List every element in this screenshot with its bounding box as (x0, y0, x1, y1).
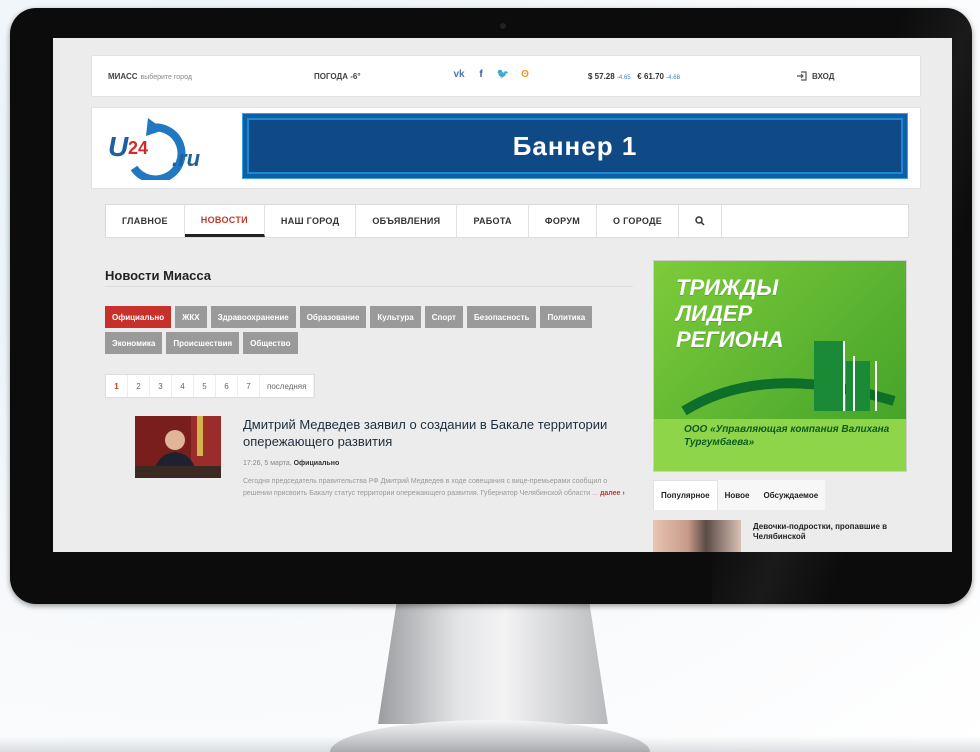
page-link[interactable]: 1 (106, 375, 128, 397)
page-link[interactable]: последняя (260, 375, 315, 397)
odnoklassniki-icon[interactable]: ʘ (518, 67, 532, 81)
category-tag[interactable]: Общество (243, 332, 298, 354)
city-hint: выберите город (140, 74, 192, 81)
banner-label: Баннер 1 (247, 118, 903, 174)
pagination: 1 2 3 4 5 6 7 последняя (105, 374, 316, 398)
nav-item[interactable]: ФОРУМ (529, 205, 598, 237)
currency-rates: $ 57.28 -4.65 € 61.70 -4.68 (588, 72, 680, 81)
category-tag[interactable]: ЖКХ (175, 306, 207, 328)
category-tag[interactable]: Политика (540, 306, 593, 328)
category-tag[interactable]: Безопасность (466, 306, 537, 328)
main-navigation: ГЛАВНОЕ НОВОСТИ НАШ ГОРОД ОБЪЯВЛЕНИЯ РАБОТА Ф… (105, 204, 909, 238)
sidebar-news-item[interactable]: Девочки-подростки, пропавшие в Челябинск… (653, 520, 913, 552)
usd-rate: $ 57.28 (588, 72, 615, 81)
site-logo[interactable]: U 24 .ru (106, 116, 226, 184)
article-time: 17:26, 5 марта, (243, 460, 292, 467)
logo-icon: U 24 (108, 118, 186, 184)
nav-item[interactable]: РАБОТА (457, 205, 529, 237)
city-name: МИАСС (108, 72, 138, 81)
category-tag[interactable]: Образование (299, 306, 367, 328)
city-selector[interactable]: МИАСС выберите город (108, 72, 192, 81)
category-tag[interactable]: Происшествия (166, 332, 240, 354)
nav-item[interactable]: НАШ ГОРОД (265, 205, 357, 237)
nav-item[interactable]: НОВОСТИ (184, 205, 265, 237)
section-title: Новости Миасса (105, 268, 212, 283)
sidebar-tabs: Популярное Новое Обсуждаемое (653, 480, 826, 510)
sidebar-thumbnail[interactable] (653, 520, 741, 552)
sidebar-ad[interactable]: ТРИЖДЫ ЛИДЕР РЕГИОНА ООО «Управляющая ко… (653, 260, 907, 472)
vk-icon[interactable]: vk (452, 67, 466, 81)
nav-item[interactable]: О ГОРОДЕ (597, 205, 680, 237)
eur-rate: € 61.70 (637, 72, 664, 81)
sidebar-tab[interactable]: Новое (717, 480, 757, 510)
login-icon (797, 71, 807, 81)
svg-text:U: U (108, 131, 129, 162)
top-bar: МИАСС выберите город ПОГОДА -6° vk f 🐦 ʘ $ 5… (91, 55, 921, 97)
article-image (135, 416, 221, 478)
sidebar-tab[interactable]: Популярное (653, 480, 718, 510)
article-thumbnail[interactable] (135, 416, 221, 478)
monitor-screen: МИАСС выберите город ПОГОДА -6° vk f 🐦 ʘ $ 5… (53, 38, 952, 552)
category-tag[interactable]: Официально (105, 306, 172, 328)
page-link[interactable]: 6 (216, 375, 238, 397)
next-article-partial (135, 546, 255, 552)
nav-item[interactable]: ОБЪЯВЛЕНИЯ (356, 205, 458, 237)
svg-text:24: 24 (128, 138, 148, 158)
article-title[interactable]: Дмитрий Медведев заявил о создании в Бак… (243, 416, 613, 450)
category-tags: Официально ЖКХ Здравоохранение Образование К… (105, 306, 645, 354)
news-article[interactable]: Дмитрий Медведев заявил о создании в Бак… (135, 416, 635, 497)
site-header: U 24 .ru Баннер 1 (91, 107, 921, 189)
weather-widget: ПОГОДА -6° (314, 72, 361, 81)
article-text: Сегодня председатель правительства РФ Дм… (243, 478, 608, 497)
page-link[interactable]: 7 (238, 375, 260, 397)
divider (105, 286, 633, 287)
ad-footer: ООО «Управляющая компания Валихана Тургу… (684, 424, 890, 448)
article-meta: 17:26, 5 марта, Официально (243, 460, 339, 467)
search-icon[interactable] (679, 205, 723, 237)
category-tag[interactable]: Экономика (105, 332, 163, 354)
banner-ad[interactable]: Баннер 1 (242, 113, 908, 179)
website-page: МИАСС выберите город ПОГОДА -6° vk f 🐦 ʘ $ 5… (91, 50, 921, 552)
category-tag[interactable]: Культура (370, 306, 421, 328)
camera-dot (500, 23, 506, 29)
page-link[interactable]: 2 (128, 375, 150, 397)
article-excerpt: Сегодня председатель правительства РФ Дм… (243, 476, 633, 500)
sidebar-news-title[interactable]: Девочки-подростки, пропавшие в Челябинск… (753, 522, 913, 542)
eur-delta: -4.68 (666, 75, 680, 81)
login-button[interactable]: ВХОД (797, 71, 834, 81)
read-more-link[interactable]: далее › (600, 490, 625, 497)
page-link[interactable]: 4 (172, 375, 194, 397)
login-label: ВХОД (812, 71, 835, 81)
social-links: vk f 🐦 ʘ (452, 67, 532, 81)
nav-item[interactable]: ГЛАВНОЕ (106, 205, 185, 237)
logo-suffix: .ru (172, 146, 201, 171)
article-category[interactable]: Официально (294, 460, 340, 467)
page-link[interactable]: 3 (150, 375, 172, 397)
facebook-icon[interactable]: f (474, 67, 488, 81)
category-tag[interactable]: Спорт (424, 306, 463, 328)
sidebar-tab[interactable]: Обсуждаемое (756, 480, 826, 510)
usd-delta: -4.65 (616, 75, 631, 81)
twitter-icon[interactable]: 🐦 (496, 67, 510, 81)
category-tag[interactable]: Здравоохранение (210, 306, 296, 328)
page-link[interactable]: 5 (194, 375, 216, 397)
monitor-stand (378, 604, 608, 724)
